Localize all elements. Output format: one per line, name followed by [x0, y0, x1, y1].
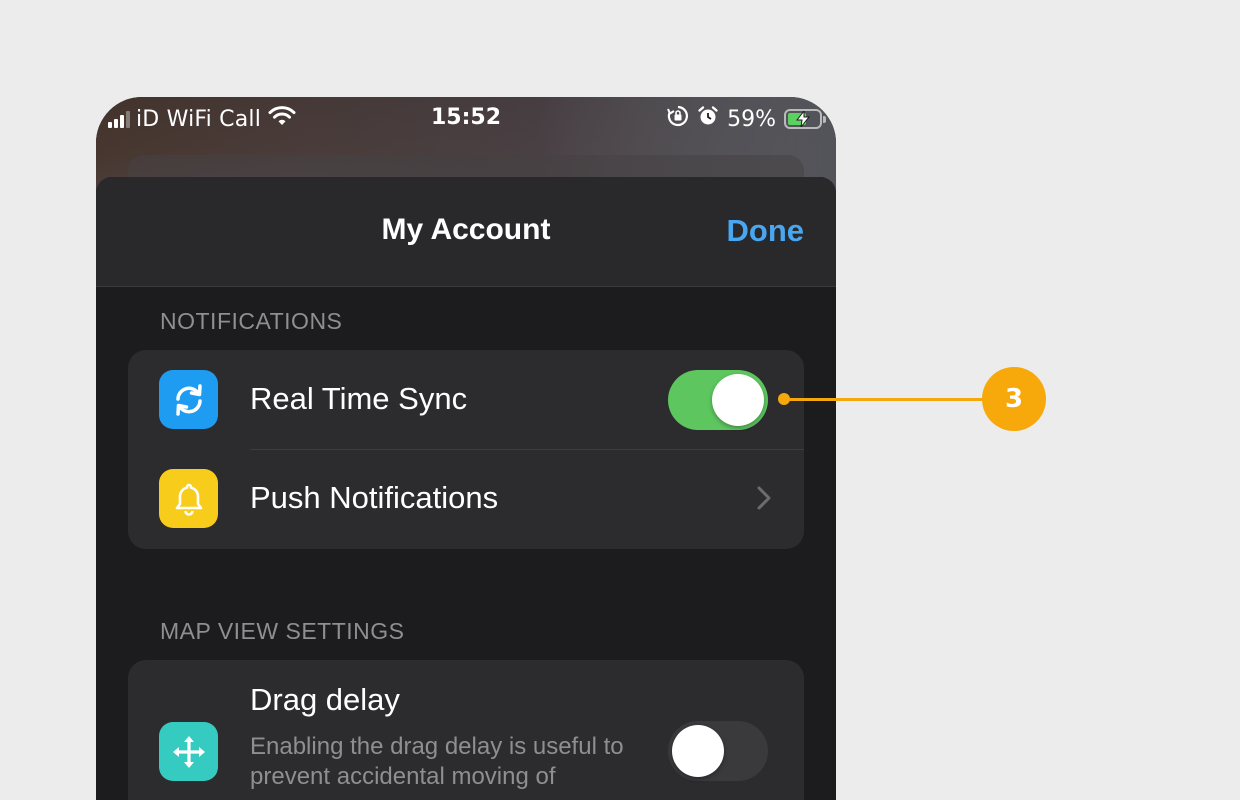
real-time-sync-toggle[interactable]	[668, 370, 768, 430]
row-description: Enabling the drag delay is useful to pre…	[250, 733, 624, 790]
account-sheet: My Account Done NOTIFICATIONS Real Time …	[96, 177, 836, 800]
section-header-map-view-settings: MAP VIEW SETTINGS	[160, 618, 405, 644]
callout-anchor-dot	[778, 393, 790, 405]
move-arrows-icon	[159, 722, 218, 781]
battery-percent: 59%	[727, 106, 776, 132]
bell-icon	[159, 469, 218, 528]
sheet-header: My Account Done	[96, 177, 836, 287]
callout-badge: 3	[982, 367, 1046, 431]
row-label: Real Time Sync	[250, 381, 468, 416]
notifications-group: Real Time Sync Push Notifications	[128, 350, 804, 549]
orientation-lock-icon	[667, 105, 689, 133]
sync-icon	[159, 370, 218, 429]
status-bar: iD WiFi Call 15:52 59%	[96, 97, 836, 141]
page-title: My Account	[381, 213, 551, 246]
battery-charging-icon	[784, 109, 826, 129]
row-drag-delay[interactable]: Drag delay Enabling the drag delay is us…	[128, 660, 804, 800]
alarm-icon	[697, 105, 719, 133]
row-real-time-sync[interactable]: Real Time Sync	[128, 350, 804, 449]
map-view-settings-group: Drag delay Enabling the drag delay is us…	[128, 660, 804, 800]
row-label: Push Notifications	[250, 480, 499, 515]
drag-delay-toggle[interactable]	[668, 721, 768, 781]
row-push-notifications[interactable]: Push Notifications	[128, 449, 804, 548]
section-header-notifications: NOTIFICATIONS	[160, 308, 343, 334]
phone-screen: iD WiFi Call 15:52 59% My Account Done N…	[96, 97, 836, 800]
done-button[interactable]: Done	[727, 213, 805, 249]
chevron-right-icon	[756, 485, 772, 515]
callout-line	[784, 398, 988, 401]
row-label: Drag delay	[250, 682, 400, 717]
